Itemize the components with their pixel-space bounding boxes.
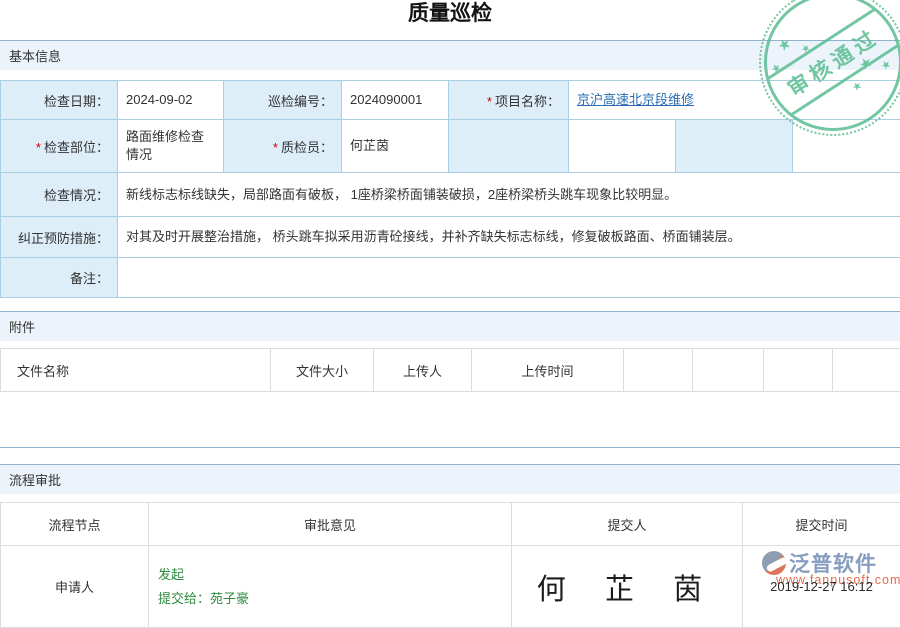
check-part-label: *检查部位：	[1, 120, 118, 173]
col-header-submitter: 提交人	[512, 503, 743, 546]
section-title-attachments: 附件	[9, 317, 35, 336]
empty-header-cell	[764, 349, 833, 392]
submit-time-text: 2019-12-27 16:12	[770, 579, 873, 594]
check-date-value: 2024-09-02	[118, 81, 224, 120]
table-row: 纠正预防措施： 对其及时开展整治措施， 桥头跳车拟采用沥青砼接线，并补齐缺失标志…	[1, 217, 900, 258]
value-text: 2024-09-02	[126, 92, 193, 107]
project-link[interactable]: 京沪高速北京段维修	[577, 92, 694, 107]
empty-header-cell	[833, 349, 900, 392]
approval-header-row: 流程节点 审批意见 提交人 提交时间	[1, 503, 900, 546]
situation-value: 新线标志标线缺失，局部路面有破板， 1座桥梁桥面铺装破损，2座桥梁桥头跳车现象比…	[118, 173, 900, 217]
label-text: 巡检编号：	[268, 94, 333, 109]
patrol-no-label: 巡检编号：	[224, 81, 342, 120]
submitter-signature: 何 芷 茵	[537, 572, 717, 606]
attachments-empty-body	[0, 392, 900, 448]
label-text: 质检员：	[281, 140, 333, 155]
col-header-file-name: 文件名称	[1, 349, 271, 392]
col-header-upload-time: 上传时间	[472, 349, 624, 392]
value-text: 2024090001	[350, 92, 422, 107]
section-header-approval: 流程审批	[0, 464, 900, 494]
required-mark: *	[273, 140, 278, 155]
table-row: *检查部位： 路面维修检查情况 *质检员： 何芷茵	[1, 120, 900, 173]
value-text: 何芷茵	[350, 138, 389, 153]
col-header-uploader: 上传人	[374, 349, 472, 392]
value-text: 新线标志标线缺失，局部路面有破板， 1座桥梁桥面铺装破损，2座桥梁桥头跳车现象比…	[126, 187, 677, 202]
label-text: 检查部位：	[44, 140, 109, 155]
label-text: 项目名称：	[495, 94, 560, 109]
empty-label-cell	[676, 120, 793, 173]
section-header-basic-info: 基本信息	[0, 40, 900, 70]
project-name-label: *项目名称：	[449, 81, 569, 120]
measures-value: 对其及时开展整治措施， 桥头跳车拟采用沥青砼接线，并补齐缺失标志标线，修复破板路…	[118, 217, 900, 258]
page-title: 质量巡检	[0, 0, 900, 27]
label-text: 检查情况：	[44, 188, 109, 203]
attachments-header-row: 文件名称 文件大小 上传人 上传时间	[1, 349, 900, 392]
col-header-approval-opinion: 审批意见	[149, 503, 512, 546]
project-name-value: 京沪高速北京段维修	[569, 81, 900, 120]
empty-header-cell	[624, 349, 693, 392]
value-text: 路面维修检查情况	[126, 129, 204, 162]
approval-table: 流程节点 审批意见 提交人 提交时间 申请人 发起 提交给：苑子豪 何 芷 茵 …	[0, 502, 900, 628]
attachments-table: 文件名称 文件大小 上传人 上传时间	[0, 348, 900, 392]
section-title-approval: 流程审批	[9, 470, 61, 489]
table-row: 备注：	[1, 258, 900, 298]
flow-submit-to-text: 提交给：苑子豪	[158, 587, 511, 611]
empty-label-cell	[449, 120, 569, 173]
flow-action-text: 发起	[158, 563, 511, 587]
empty-value-cell	[793, 120, 900, 173]
remark-value	[118, 258, 900, 298]
table-row: 检查日期： 2024-09-02 巡检编号： 2024090001 *项目名称：…	[1, 81, 900, 120]
situation-label: 检查情况：	[1, 173, 118, 217]
inspector-value: 何芷茵	[342, 120, 449, 173]
check-part-value: 路面维修检查情况	[118, 120, 224, 173]
empty-header-cell	[693, 349, 764, 392]
approval-row-applicant: 申请人 发起 提交给：苑子豪 何 芷 茵 2019-12-27 16:12	[1, 546, 900, 628]
remark-label: 备注：	[1, 258, 118, 298]
col-header-submit-time: 提交时间	[743, 503, 900, 546]
patrol-no-value: 2024090001	[342, 81, 449, 120]
section-title-basic-info: 基本信息	[9, 46, 61, 65]
check-date-label: 检查日期：	[1, 81, 118, 120]
col-header-file-size: 文件大小	[271, 349, 374, 392]
approval-opinion-cell: 发起 提交给：苑子豪	[149, 546, 512, 628]
table-row: 检查情况： 新线标志标线缺失，局部路面有破板， 1座桥梁桥面铺装破损，2座桥梁桥…	[1, 173, 900, 217]
inspector-label: *质检员：	[224, 120, 342, 173]
submit-time-cell: 2019-12-27 16:12	[743, 546, 900, 628]
section-header-attachments: 附件	[0, 311, 900, 341]
flow-node-cell: 申请人	[1, 546, 149, 628]
col-header-flow-node: 流程节点	[1, 503, 149, 546]
basic-info-table: 检查日期： 2024-09-02 巡检编号： 2024090001 *项目名称：…	[0, 80, 900, 298]
measures-label: 纠正预防措施：	[1, 217, 118, 258]
label-text: 纠正预防措施：	[18, 231, 109, 246]
empty-value-cell	[569, 120, 676, 173]
label-text: 备注：	[70, 271, 109, 286]
required-mark: *	[487, 94, 492, 109]
submitter-cell: 何 芷 茵	[512, 546, 743, 628]
required-mark: *	[36, 140, 41, 155]
value-text: 对其及时开展整治措施， 桥头跳车拟采用沥青砼接线，并补齐缺失标志标线，修复破板路…	[126, 229, 741, 244]
flow-node-text: 申请人	[55, 580, 94, 595]
label-text: 检查日期：	[44, 94, 109, 109]
